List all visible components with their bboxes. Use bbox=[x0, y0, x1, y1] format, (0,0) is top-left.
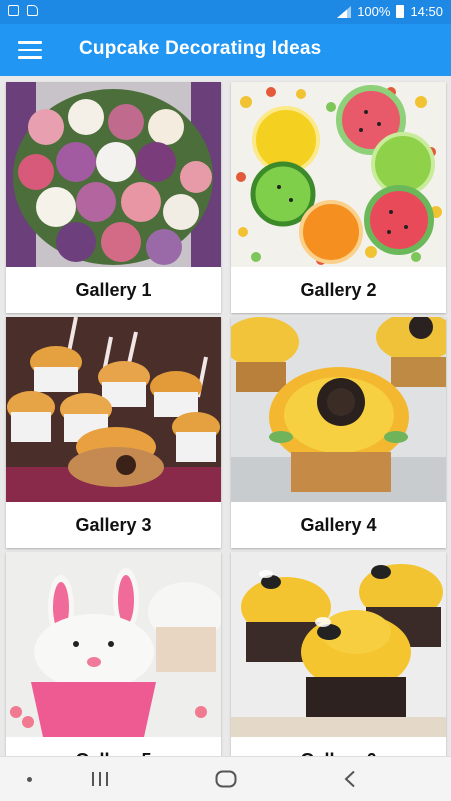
battery-icon bbox=[396, 5, 405, 18]
caramel-cupcakes-with-straws-image bbox=[6, 317, 221, 502]
gallery-label-1: Gallery 1 bbox=[75, 279, 152, 300]
bumblebee-cupcakes-image bbox=[231, 552, 446, 737]
sd-card-icon bbox=[27, 5, 38, 16]
sunflower-cupcakes-image bbox=[231, 317, 446, 502]
hamburger-menu-icon[interactable] bbox=[18, 41, 42, 59]
app-title: Cupcake Decorating Ideas bbox=[79, 38, 322, 59]
gallery-label-2: Gallery 2 bbox=[300, 279, 377, 300]
dot-icon[interactable] bbox=[14, 757, 44, 801]
back-icon[interactable] bbox=[334, 757, 366, 801]
flower-bouquet-cupcakes-image bbox=[6, 82, 221, 267]
gallery-label-4: Gallery 4 bbox=[300, 514, 377, 535]
gallery-card-2[interactable]: Gallery 2 bbox=[231, 82, 446, 313]
fruit-slice-cupcakes-image bbox=[231, 82, 446, 267]
gallery-label-5: Gallery 5 bbox=[6, 737, 221, 757]
navigation-bar bbox=[0, 756, 451, 801]
signal-icon bbox=[337, 5, 352, 18]
gallery-label-3: Gallery 3 bbox=[75, 514, 152, 535]
gallery-card-1[interactable]: Gallery 1 bbox=[6, 82, 221, 313]
gallery-label-6: Gallery 6 bbox=[231, 737, 446, 757]
bunny-cupcakes-image bbox=[6, 552, 221, 737]
recent-apps-icon[interactable] bbox=[84, 757, 116, 801]
battery-percent: 100% bbox=[357, 4, 391, 19]
gallery-grid[interactable]: Gallery 1 Gallery 2 Gallery 3 Gallery 4 bbox=[0, 76, 451, 756]
gallery-card-3[interactable]: Gallery 3 bbox=[6, 317, 221, 548]
gallery-card-4[interactable]: Gallery 4 bbox=[231, 317, 446, 548]
status-bar: 100% 14:50 bbox=[0, 0, 451, 24]
home-icon[interactable] bbox=[208, 757, 244, 801]
gallery-card-5[interactable]: Gallery 5 bbox=[6, 552, 221, 756]
app-bar: Cupcake Decorating Ideas bbox=[0, 24, 451, 76]
gallery-card-6[interactable]: Gallery 6 bbox=[231, 552, 446, 756]
checkbox-notification-icon bbox=[8, 5, 19, 16]
clock: 14:50 bbox=[410, 4, 443, 19]
